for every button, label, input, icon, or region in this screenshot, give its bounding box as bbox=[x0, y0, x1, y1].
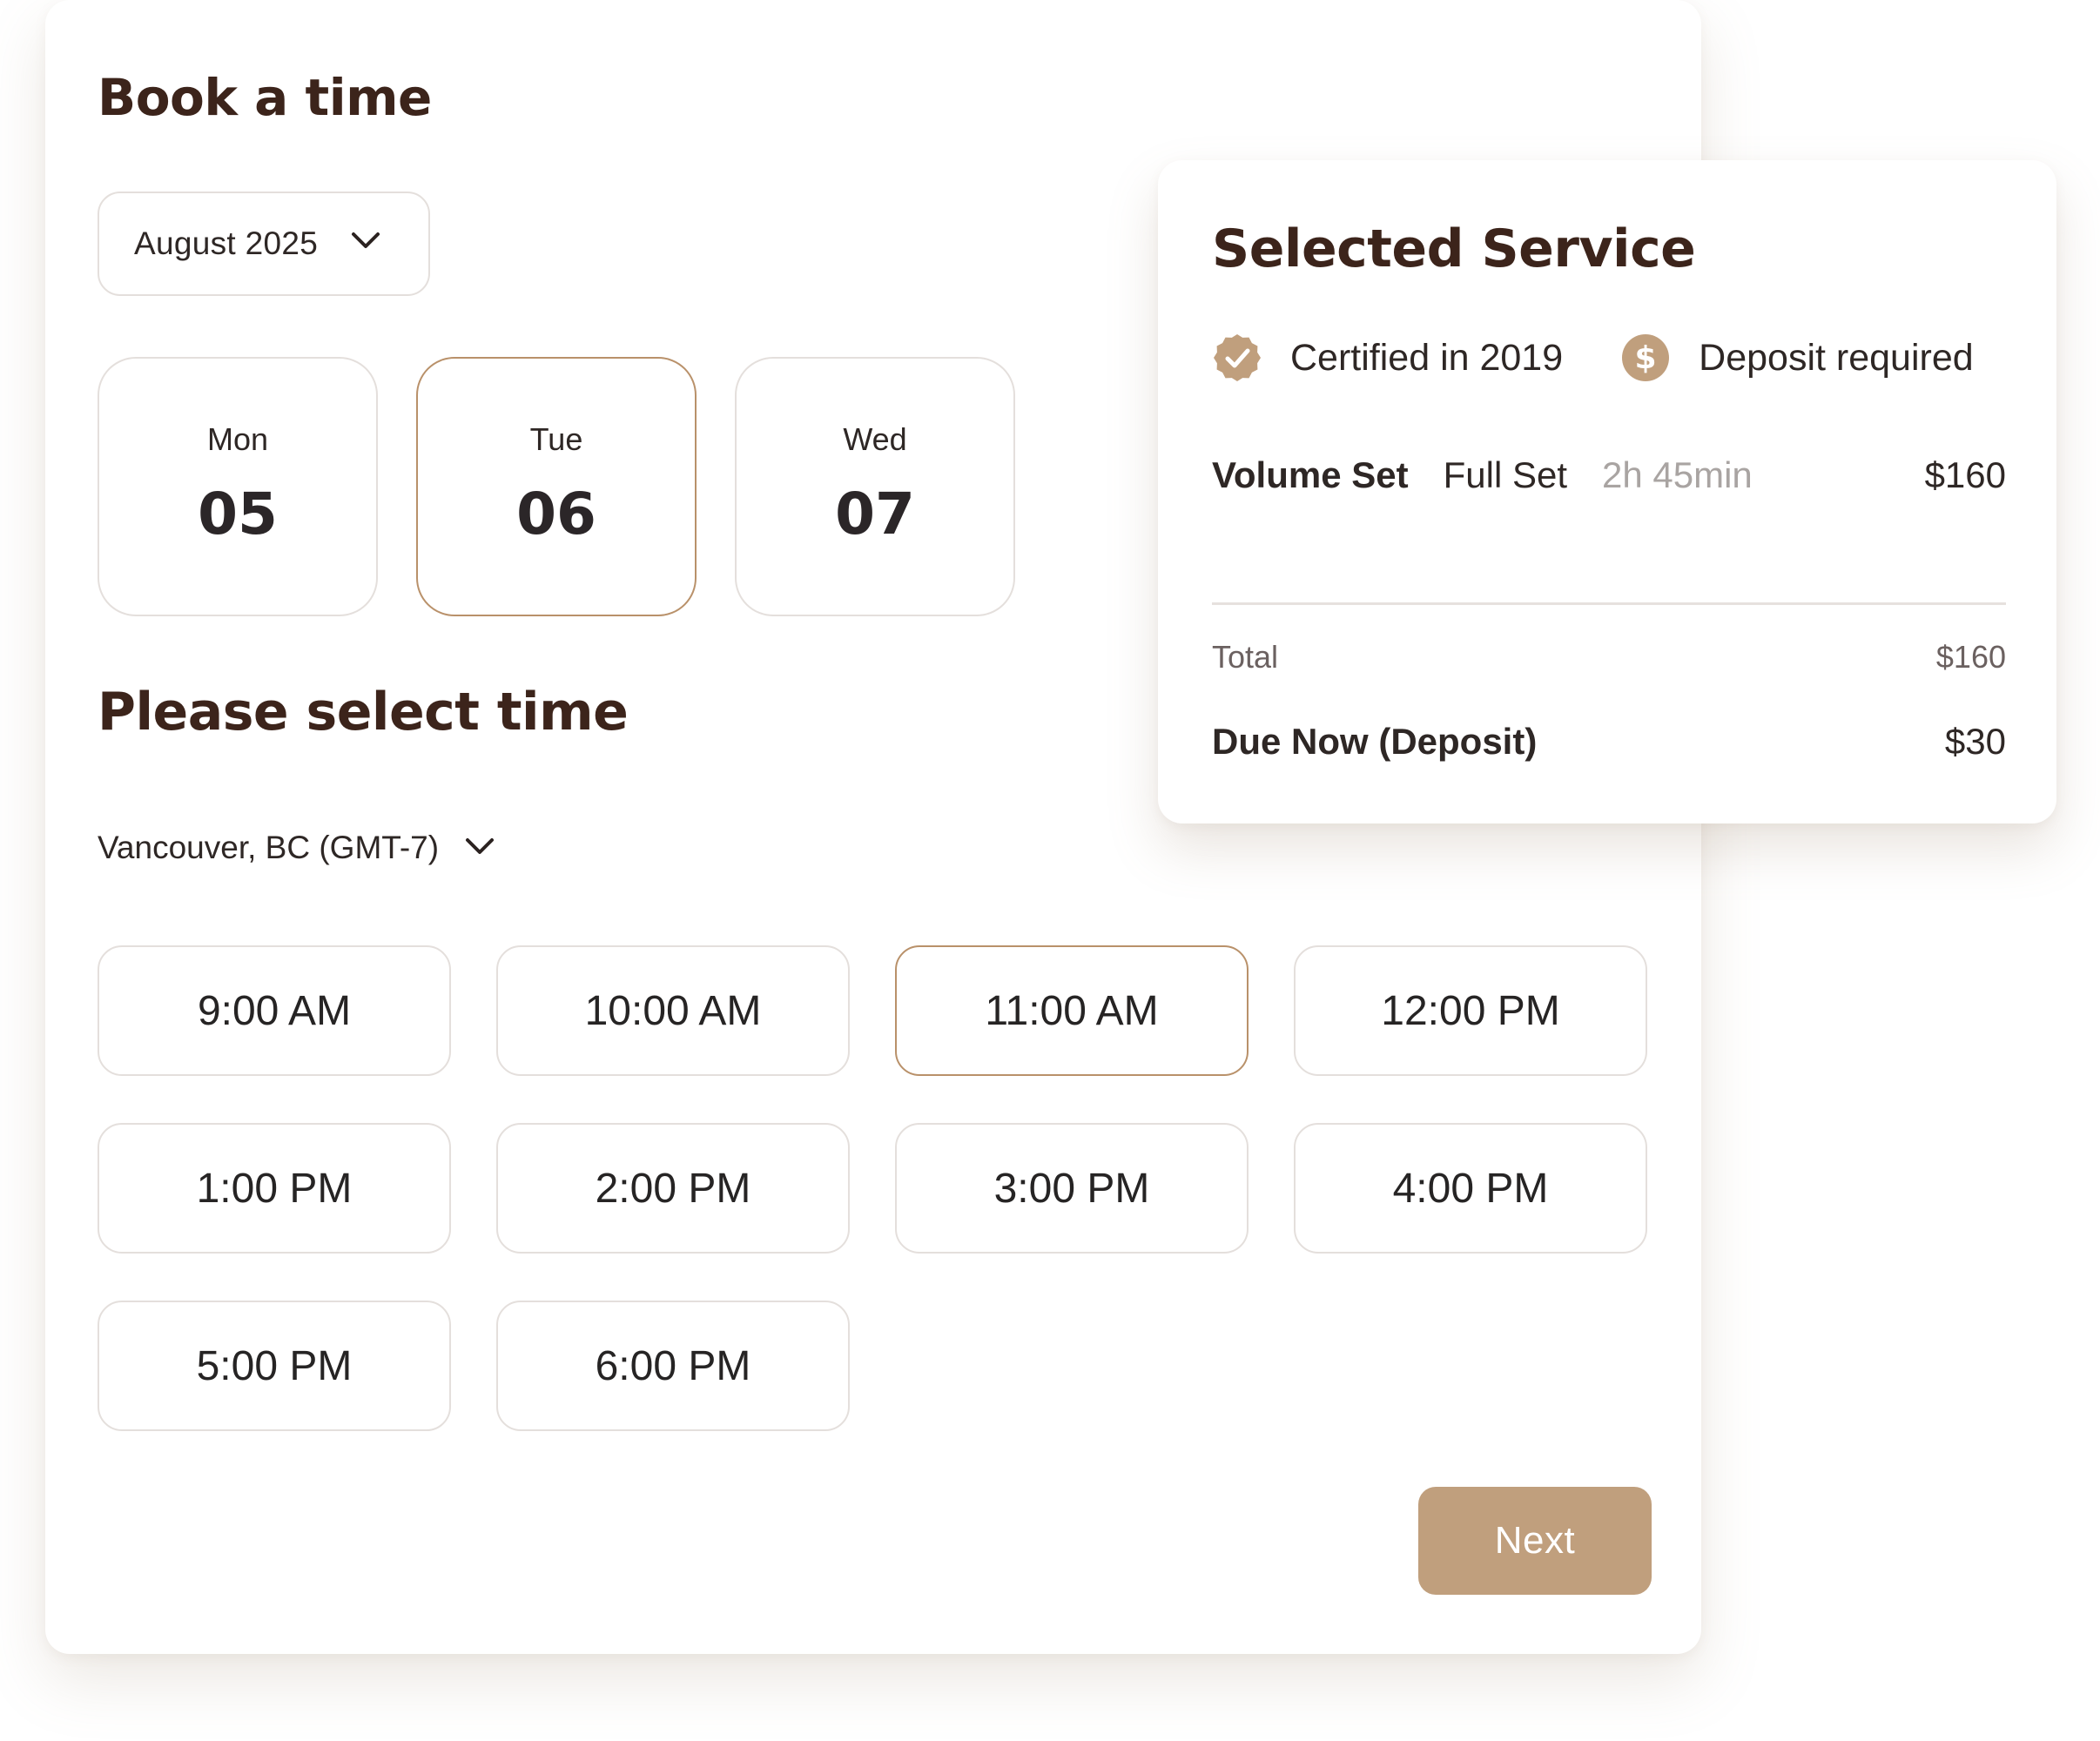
day-number: 06 bbox=[516, 481, 596, 548]
total-label: Total bbox=[1212, 639, 1279, 675]
time-slot[interactable]: 3:00 PM bbox=[895, 1123, 1249, 1254]
day-of-week: Wed bbox=[843, 421, 907, 457]
service-name: Volume Set bbox=[1212, 454, 1409, 495]
month-select[interactable]: August 2025 bbox=[98, 192, 430, 296]
service-card-title: Selected Service bbox=[1212, 218, 1696, 279]
certified-text: Certified in 2019 bbox=[1290, 336, 1564, 379]
day-tue[interactable]: Tue 06 bbox=[416, 357, 697, 616]
next-button[interactable]: Next bbox=[1418, 1487, 1652, 1595]
deposit-text: Deposit required bbox=[1699, 336, 1974, 379]
divider bbox=[1212, 602, 2006, 605]
due-now-label: Due Now (Deposit) bbox=[1212, 721, 1538, 762]
service-badges: Certified in 2019 $ Deposit required bbox=[1212, 333, 1974, 383]
time-slot[interactable]: 2:00 PM bbox=[496, 1123, 850, 1254]
due-now-value: $30 bbox=[1944, 721, 2006, 762]
svg-text:$: $ bbox=[1635, 340, 1657, 376]
page-title: Book a time bbox=[98, 68, 432, 127]
time-slot[interactable]: 6:00 PM bbox=[496, 1301, 850, 1431]
time-section-title: Please select time bbox=[98, 682, 629, 743]
service-option: Full Set bbox=[1443, 454, 1567, 495]
time-slot[interactable]: 12:00 PM bbox=[1294, 945, 1647, 1076]
chevron-down-icon bbox=[351, 231, 380, 254]
day-wed[interactable]: Wed 07 bbox=[735, 357, 1015, 616]
total-value: $160 bbox=[1935, 639, 2006, 675]
selected-service-card: Selected Service Certified in 2019 $ Dep… bbox=[1158, 160, 2056, 823]
service-duration: 2h 45min bbox=[1602, 454, 1753, 495]
time-slot[interactable]: 9:00 AM bbox=[98, 945, 451, 1076]
day-number: 05 bbox=[198, 481, 278, 548]
certified-badge: Certified in 2019 bbox=[1212, 333, 1563, 383]
timezone-select-value: Vancouver, BC (GMT-7) bbox=[98, 830, 440, 865]
total-row: Total $160 bbox=[1212, 639, 2006, 676]
verified-badge-icon bbox=[1212, 333, 1262, 383]
time-slot[interactable]: 1:00 PM bbox=[98, 1123, 451, 1254]
time-slot[interactable]: 10:00 AM bbox=[496, 945, 850, 1076]
day-picker: Mon 05 Tue 06 Wed 07 bbox=[98, 357, 1015, 616]
time-slot-grid: 9:00 AM 10:00 AM 11:00 AM 12:00 PM 1:00 … bbox=[98, 945, 1647, 1431]
month-select-value: August 2025 bbox=[134, 225, 319, 261]
service-price: $160 bbox=[1924, 454, 2006, 495]
time-slot[interactable]: 5:00 PM bbox=[98, 1301, 451, 1431]
time-slot-selected[interactable]: 11:00 AM bbox=[895, 945, 1249, 1076]
time-slot[interactable]: 4:00 PM bbox=[1294, 1123, 1647, 1254]
day-of-week: Tue bbox=[529, 421, 583, 457]
timezone-select[interactable]: Vancouver, BC (GMT-7) bbox=[98, 822, 495, 874]
service-line-item: Volume Set Full Set 2h 45min $160 bbox=[1212, 454, 2006, 496]
day-number: 07 bbox=[835, 481, 915, 548]
deposit-badge: $ Deposit required bbox=[1620, 333, 1974, 383]
dollar-coin-icon: $ bbox=[1620, 333, 1671, 383]
day-mon[interactable]: Mon 05 bbox=[98, 357, 378, 616]
due-now-row: Due Now (Deposit) $30 bbox=[1212, 721, 2006, 763]
day-of-week: Mon bbox=[206, 421, 269, 457]
chevron-down-icon bbox=[465, 837, 495, 860]
